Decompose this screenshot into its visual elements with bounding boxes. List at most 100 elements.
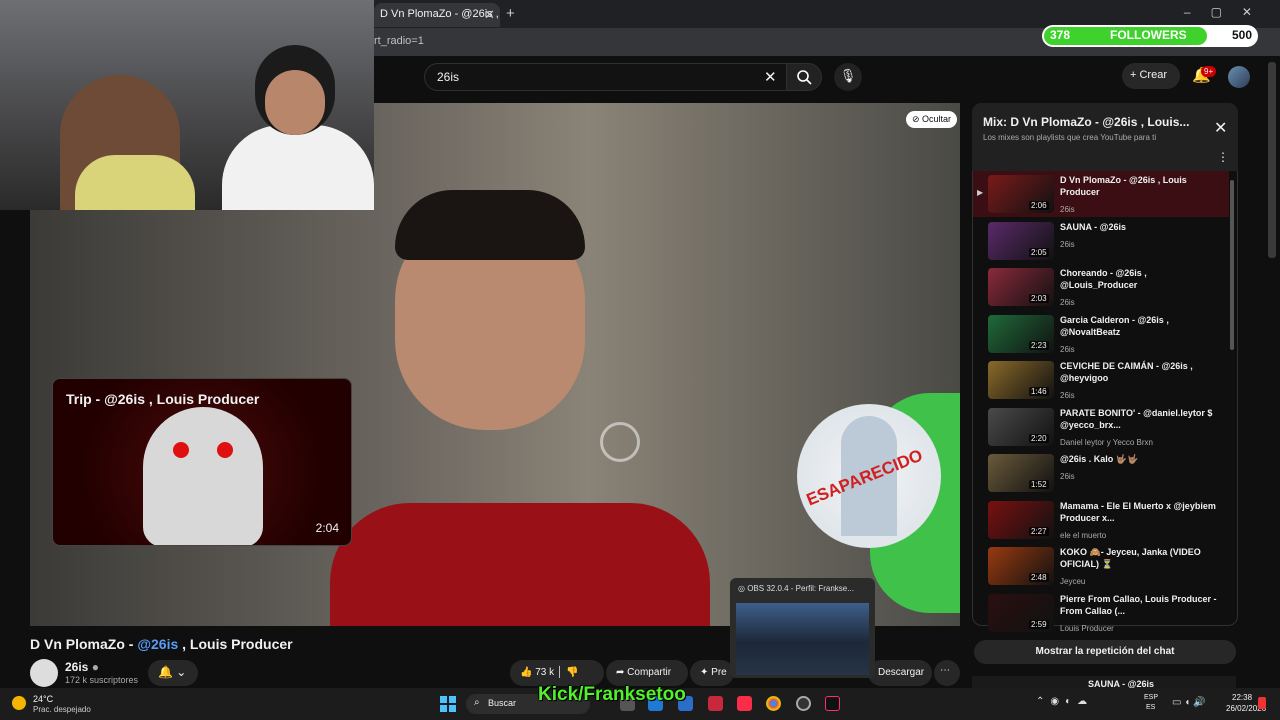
playlist-item-channel: 26is — [1060, 298, 1075, 307]
clock-time[interactable]: 22:38 — [1232, 693, 1252, 702]
app-icon[interactable] — [708, 696, 723, 711]
premium-button[interactable]: ✦ Pre — [690, 660, 734, 686]
playlist-item[interactable]: 2:03 Choreando - @26is , @Louis_Producer 2… — [973, 264, 1229, 310]
clear-search-icon[interactable]: ✕ — [764, 68, 777, 86]
tab-close-icon[interactable]: ✕ — [484, 7, 495, 23]
video-title-mention[interactable]: @26is — [137, 636, 178, 652]
obs-icon: ◎ — [738, 584, 748, 593]
premium-label: Pre — [711, 667, 727, 678]
eye-off-icon: ⊘ — [912, 114, 923, 124]
playlist-item-title: Pierre From Callao, Louis Producer - Fro… — [1060, 593, 1217, 616]
start-tile — [449, 696, 456, 703]
new-tab-icon[interactable]: + — [506, 5, 515, 22]
kick-channel-overlay: Kick/Franksetoo — [538, 684, 686, 705]
playlist-item[interactable]: ▶ 2:06 D Vn PlomaZo - @26is , Louis Produc… — [973, 171, 1229, 217]
search-button[interactable] — [786, 63, 822, 91]
playlist-item-title: @26is . Kalo 🤟🏽🤟🏽 — [1060, 454, 1139, 464]
sparkle-icon: ✦ — [700, 667, 709, 678]
input-language[interactable]: ESP — [1144, 694, 1158, 701]
channel-subscribers: 172 k suscriptores — [65, 675, 139, 685]
followers-current: 378 — [1050, 28, 1071, 42]
video-frame-figure — [330, 503, 710, 626]
start-tile — [440, 696, 447, 703]
show-chat-replay-button[interactable]: Mostrar la repetición del chat — [974, 640, 1236, 664]
playlist-item-channel: Jeyceu — [1060, 577, 1086, 586]
end-card-video[interactable]: Trip - @26is , Louis Producer 2:04 — [52, 378, 352, 546]
channel-avatar[interactable] — [30, 659, 58, 687]
obs-icon[interactable] — [796, 696, 811, 711]
weather-description[interactable]: Prac. despejado — [33, 705, 91, 714]
tiktok-icon[interactable] — [825, 696, 840, 711]
window-controls[interactable]: –▢✕ — [1184, 5, 1272, 19]
search-input[interactable]: 26is — [424, 63, 788, 91]
playlist-item[interactable]: 2:20 PARATE BONITO' - @daniel.leytor $ @y… — [973, 404, 1229, 450]
page-scrollbar[interactable] — [1268, 62, 1276, 258]
account-avatar[interactable] — [1228, 66, 1250, 88]
obs-title-text: OBS 32.0.4 - Perfil: Frankse... — [747, 584, 854, 593]
followers-goal: 500 — [1231, 28, 1252, 42]
video-title-suffix: , Louis Producer — [178, 636, 293, 652]
network-volume-icons[interactable]: ▭ ◖ 🔊 — [1172, 697, 1206, 708]
verified-icon: ● — [91, 660, 99, 674]
playlist-item-duration: 2:06 — [1029, 201, 1049, 210]
video-frame-hair — [395, 190, 585, 260]
hide-button[interactable]: ⊘ Ocultar — [906, 111, 958, 128]
playlist-item-duration: 1:46 — [1029, 387, 1049, 396]
red-eyes-icon — [173, 442, 233, 458]
playlist-item[interactable]: 2:59 Pierre From Callao, Louis Producer -… — [973, 590, 1229, 636]
playlist-item-channel: Daniel leytor y Yecco Brxn — [1060, 437, 1153, 447]
sun-icon[interactable] — [12, 696, 26, 710]
playlist-title[interactable]: Mix: D Vn PlomaZo - @26is , Louis... — [983, 115, 1189, 129]
like-count: 73 k — [535, 667, 555, 678]
playlist-item-duration: 2:20 — [1029, 433, 1049, 443]
followers-goal-bar: 378 FOLLOWERS 500 — [1042, 25, 1258, 47]
playlist-item-channel: 26is — [1060, 391, 1075, 400]
keyboard-layout[interactable]: ES — [1146, 704, 1155, 711]
playlist-item-title: Mamama - Ele El Muerto x @jeybiem Produc… — [1060, 500, 1216, 523]
end-card-artwork — [143, 407, 263, 545]
playlist-item-duration: 2:48 — [1029, 573, 1049, 582]
subscribe-bell-button[interactable]: 🔔 ⌄ — [148, 660, 198, 686]
like-button[interactable]: 👍 73 k │ 👎 — [510, 660, 604, 686]
playlist-item-channel: Louis Producer — [1060, 623, 1114, 633]
search-icon: ⌕ — [474, 697, 480, 708]
playlist-item[interactable]: 1:46 CEVICHE DE CAIMÁN - @26is , @heyvigo… — [973, 357, 1229, 403]
windows-start-icon[interactable] — [440, 696, 456, 712]
playlist-item[interactable]: 2:27 Mamama - Ele El Muerto x @jeybiem Pr… — [973, 497, 1229, 543]
mic-icon[interactable]: 🎙 — [834, 63, 862, 91]
notification-badge: 9+ — [1201, 66, 1217, 77]
obs-preview-title: ◎ OBS 32.0.4 - Perfil: Frankse... — [738, 584, 854, 593]
playlist-item-channel: 26is — [1060, 344, 1075, 354]
weather-temp[interactable]: 24°C — [33, 694, 53, 704]
playlist-item[interactable]: 2:23 Garcia Calderon - @26is , @NovaltBea… — [973, 311, 1229, 357]
playlist-more-icon[interactable]: ⋮ — [1217, 150, 1229, 164]
create-button[interactable]: + Crear — [1122, 63, 1180, 89]
playlist-item[interactable]: 2:48 KOKO 🙈- Jeyceu, Janka (VIDEO OFICIAL… — [973, 543, 1229, 589]
bell-icon: 🔔 — [158, 665, 173, 679]
playlist-item[interactable]: 2:05 SAUNA - @26is 26is — [973, 218, 1229, 264]
playlist-item-title: D Vn PlomaZo - @26is , Louis Producer — [1060, 175, 1187, 197]
playlist-item-duration: 2:23 — [1029, 340, 1049, 350]
notification-center-icon[interactable] — [1258, 697, 1266, 709]
share-icon: ➦ — [616, 667, 625, 678]
url-text[interactable]: rt_radio=1 — [374, 35, 424, 47]
download-button[interactable]: Descargar — [868, 660, 932, 686]
playlist-item-title: Garcia Calderon - @26is , @NovaltBeatz — [1060, 314, 1169, 337]
playlist-item-channel: 26is — [1060, 472, 1075, 481]
playlist-item-duration: 1:52 — [1029, 480, 1049, 489]
search-icon — [797, 70, 812, 85]
webcam-person — [75, 155, 195, 210]
close-playlist-icon[interactable]: ✕ — [1214, 118, 1227, 138]
system-tray-icons[interactable]: ⌃◉◐☁ — [1036, 696, 1093, 707]
playlist-item-duration: 2:59 — [1029, 619, 1049, 629]
music-icon[interactable] — [737, 696, 752, 711]
playlist-scrollbar[interactable] — [1230, 180, 1234, 350]
playlist-item[interactable]: 1:52 @26is . Kalo 🤟🏽🤟🏽 26is — [973, 450, 1229, 496]
more-actions-icon[interactable]: ⋯ — [934, 660, 960, 686]
playlist-item-title: CEVICHE DE CAIMÁN - @26is , @heyvigoo — [1060, 361, 1193, 383]
chrome-icon[interactable] — [766, 696, 781, 711]
end-card-title: Trip - @26is , Louis Producer — [66, 391, 260, 407]
channel-name[interactable]: 26is ● — [65, 660, 99, 674]
browser-tab[interactable]: D Vn PlomaZo - @26is , Lou — [374, 3, 500, 27]
share-button[interactable]: ➦ Compartir — [606, 660, 688, 686]
